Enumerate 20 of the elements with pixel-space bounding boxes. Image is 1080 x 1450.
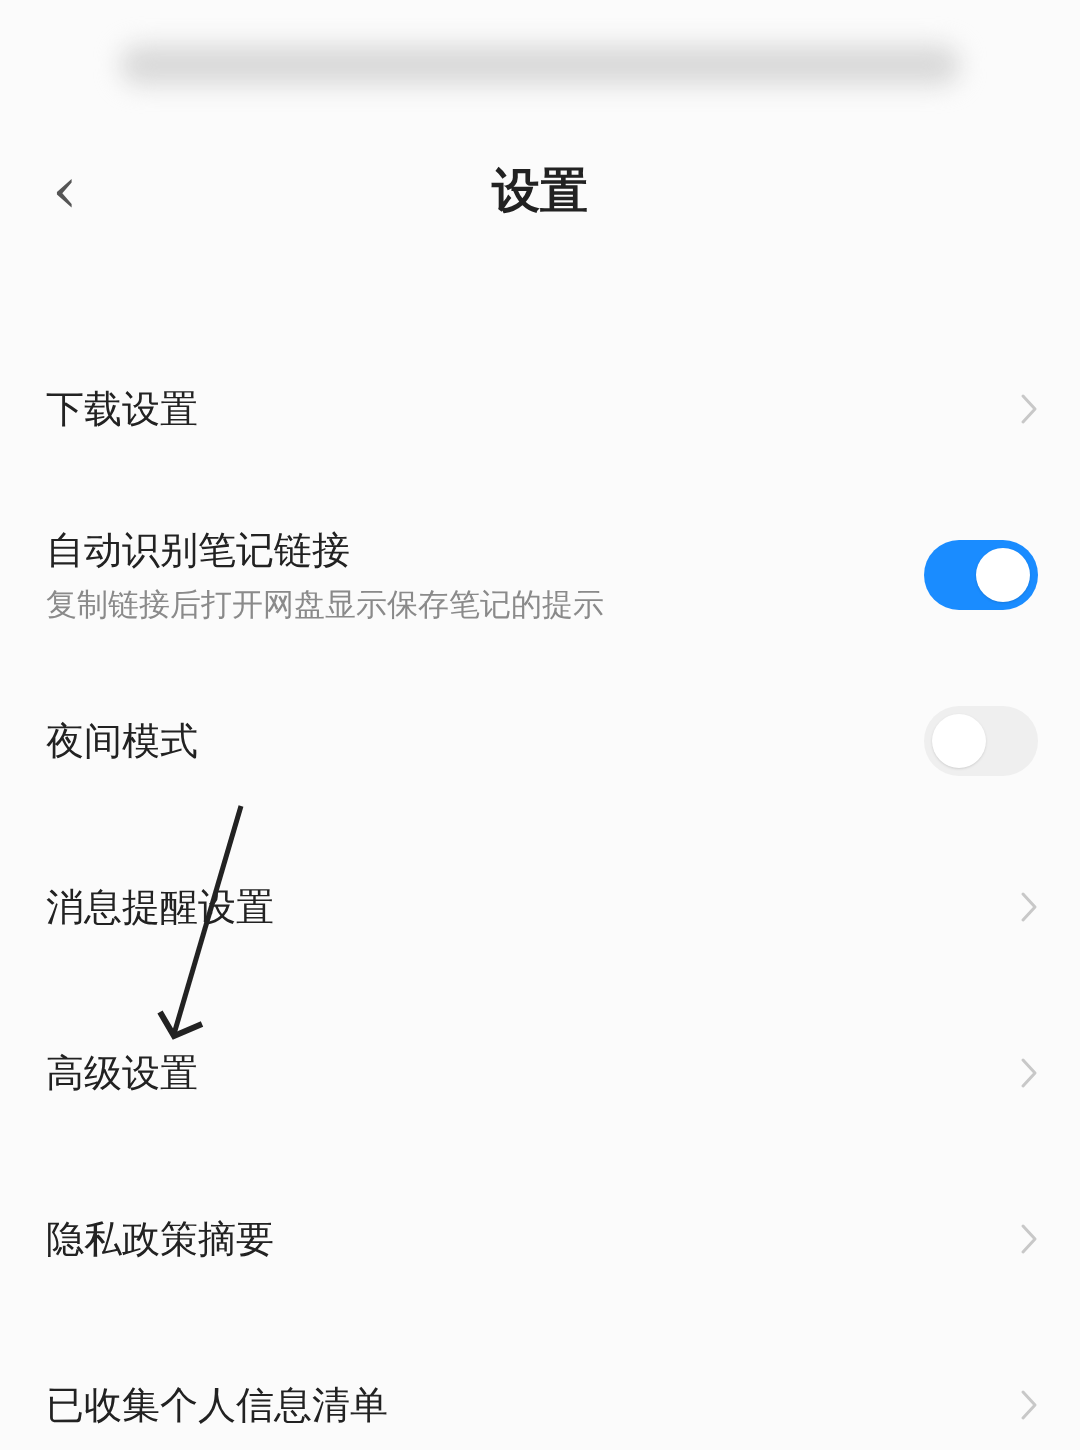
setting-label: 下载设置 bbox=[46, 387, 198, 431]
settings-row[interactable]: 下载设置 bbox=[0, 326, 1080, 492]
chevron-right-icon bbox=[1020, 393, 1038, 425]
chevron-right-icon bbox=[1020, 1389, 1038, 1421]
chevron-right-icon bbox=[1020, 1057, 1038, 1089]
settings-row[interactable]: 隐私政策摘要 bbox=[0, 1156, 1080, 1322]
chevron-right-icon bbox=[1020, 891, 1038, 923]
settings-row[interactable]: 夜间模式 bbox=[0, 658, 1080, 824]
settings-row[interactable]: 已收集个人信息清单 bbox=[0, 1322, 1080, 1450]
setting-label: 自动识别笔记链接 bbox=[46, 528, 351, 572]
back-button[interactable]: ‹ bbox=[52, 158, 78, 222]
setting-label: 夜间模式 bbox=[46, 719, 198, 763]
settings-row[interactable]: 自动识别笔记链接 复制链接后打开网盘显示保存笔记的提示 bbox=[0, 492, 1080, 658]
settings-row[interactable]: 高级设置 bbox=[0, 990, 1080, 1156]
setting-label: 隐私政策摘要 bbox=[46, 1217, 274, 1261]
chevron-right-icon bbox=[1020, 1223, 1038, 1255]
setting-description: 复制链接后打开网盘显示保存笔记的提示 bbox=[46, 586, 604, 622]
page-title: 设置 bbox=[492, 161, 588, 220]
setting-label: 已收集个人信息清单 bbox=[46, 1383, 388, 1427]
setting-label: 高级设置 bbox=[46, 1051, 198, 1095]
